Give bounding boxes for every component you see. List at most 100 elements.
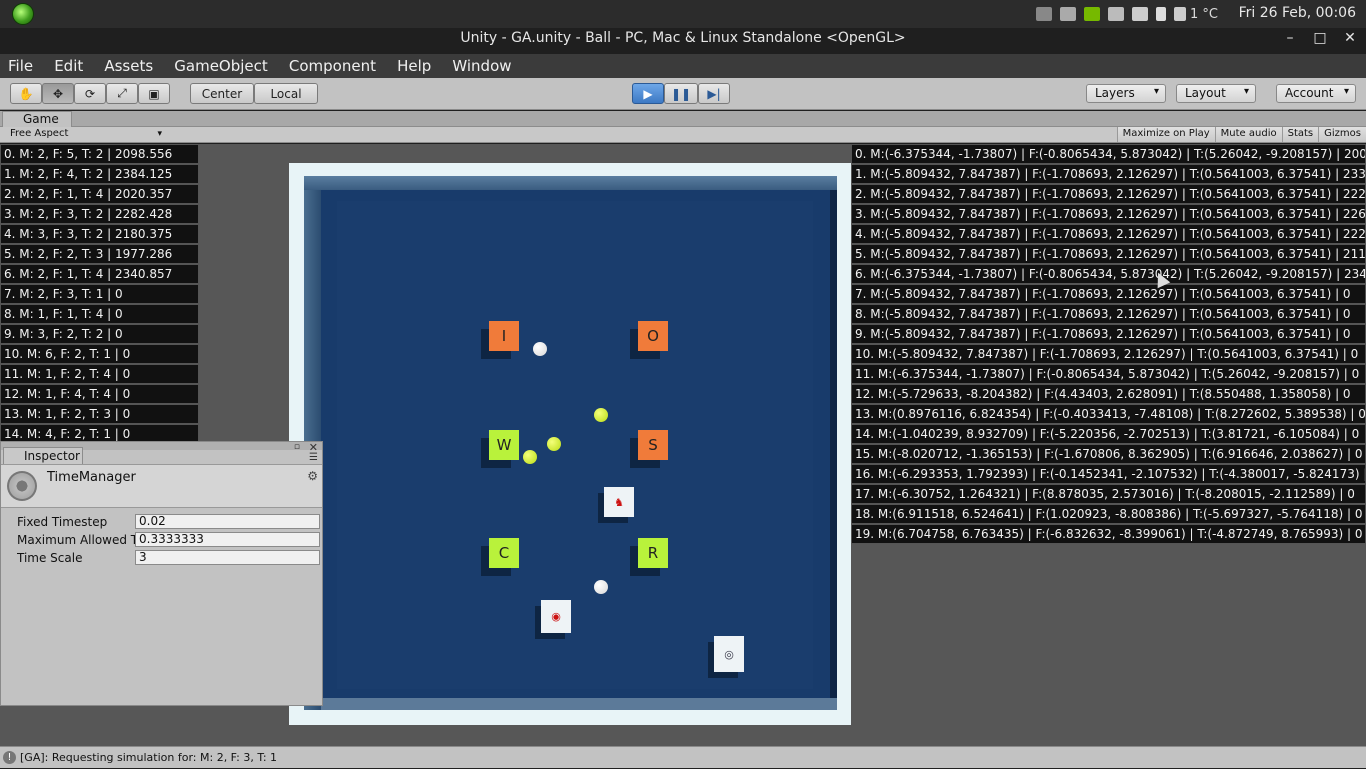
pause-button[interactable]: ❚❚ [664,83,698,104]
layout-dropdown[interactable]: Layout [1176,84,1256,103]
list-item: 5. M: 2, F: 2, T: 3 | 1977.286 [0,244,199,264]
pivot-local-button[interactable]: Local [254,83,318,104]
list-item: 9. M: 3, F: 2, T: 2 | 0 [0,324,199,344]
menu-edit[interactable]: Edit [46,54,91,78]
toolbar: ✋ ✥ ⟳ ⤢ ▣ Center Local ▶ ❚❚ ▶| Layers La… [0,78,1366,110]
menu-help[interactable]: Help [389,54,439,78]
left-results-list: 0. M: 2, F: 5, T: 2 | 2098.556 1. M: 2, … [0,144,199,444]
local-label: Local [270,86,302,101]
menu-file[interactable]: File [0,54,41,78]
list-item: 7. M: 2, F: 3, T: 1 | 0 [0,284,199,304]
window-controls: – □ ✕ [1282,30,1358,46]
right-results-list: 0. M:(-6.375344, -1.73807) | F:(-0.80654… [851,144,1366,544]
arena-floor-inner [337,201,813,689]
battery-icon[interactable] [1156,7,1166,21]
tab-game[interactable]: Game [2,111,72,127]
maximize-on-play-button[interactable]: Maximize on Play [1116,127,1215,142]
rect-tool-icon[interactable]: ▣ [138,83,170,104]
fixed-timestep-label: Fixed Timestep [17,515,108,529]
fixed-timestep-field[interactable]: 0.02 [135,514,320,529]
list-item: 13. M:(0.8976116, 6.824354) | F:(-0.4033… [851,404,1366,424]
list-item: 15. M:(-8.020712, -1.365153) | F:(-1.670… [851,444,1366,464]
account-dropdown[interactable]: Account [1276,84,1356,103]
list-item: 4. M: 3, F: 3, T: 2 | 2180.375 [0,224,199,244]
list-item: 9. M:(-5.809432, 7.847387) | F:(-1.70869… [851,324,1366,344]
game-tab-label: Game [23,112,59,126]
list-item: 10. M: 6, F: 2, T: 1 | 0 [0,344,199,364]
list-item: 14. M:(-1.040239, 8.932709) | F:(-5.2203… [851,424,1366,444]
stats-button[interactable]: Stats [1281,127,1319,142]
inspector-pin-icon[interactable]: ▫ [294,442,300,452]
cube-i: I [489,321,519,351]
list-item: 17. M:(-6.30752, 1.264321) | F:(8.878035… [851,484,1366,504]
menu-gameobject[interactable]: GameObject [166,54,276,78]
list-item: 1. M:(-5.809432, 7.847387) | F:(-1.70869… [851,164,1366,184]
maximize-button[interactable]: □ [1312,30,1328,46]
play-icon: ▶ [643,86,653,101]
timemanager-gear-icon [7,471,37,501]
step-button[interactable]: ▶| [698,83,730,104]
list-item: 13. M: 1, F: 2, T: 3 | 0 [0,404,199,424]
maximum-allowed-timestep-field[interactable]: 0.3333333 [135,532,320,547]
close-button[interactable]: ✕ [1342,30,1358,46]
mute-audio-button[interactable]: Mute audio [1214,127,1282,142]
list-item: 2. M: 2, F: 1, T: 4 | 2020.357 [0,184,199,204]
ball-yellow-1 [594,408,608,422]
rotate-tool-icon[interactable]: ⟳ [74,83,106,104]
cube-s: S [638,430,668,460]
play-button[interactable]: ▶ [632,83,664,104]
list-item: 3. M:(-5.809432, 7.847387) | F:(-1.70869… [851,204,1366,224]
ball-yellow-2 [547,437,561,451]
nvidia-icon[interactable] [1084,7,1100,21]
system-top-bar: 1 °C Fri 26 Feb, 00:06 [0,0,1366,28]
menu-assets[interactable]: Assets [96,54,161,78]
center-label: Center [201,86,243,101]
pivot-center-button[interactable]: Center [190,83,254,104]
menu-window[interactable]: Window [444,54,519,78]
game-toolbar: Free Aspect Maximize on Play Mute audio … [0,127,1366,143]
weather-icon[interactable] [1174,7,1186,21]
tab-inspector[interactable]: Inspector [3,447,83,464]
layers-dropdown[interactable]: Layers [1086,84,1166,103]
volume-mute-icon[interactable] [1108,7,1124,21]
gizmos-button[interactable]: Gizmos [1318,127,1366,142]
time-scale-field[interactable]: 3 [135,550,320,565]
list-item: 0. M: 2, F: 5, T: 2 | 2098.556 [0,144,199,164]
window-title: Unity - GA.unity - Ball - PC, Mac & Linu… [460,30,906,46]
scania-cube-icon: ◉ [541,600,571,633]
cube-c: C [489,538,519,568]
lock-icon[interactable] [1036,7,1052,21]
cube-w: W [489,430,519,460]
list-item: 0. M:(-6.375344, -1.73807) | F:(-0.80654… [851,144,1366,164]
ball-yellow-3 [523,450,537,464]
list-item: 3. M: 2, F: 3, T: 2 | 2282.428 [0,204,199,224]
status-bar[interactable]: ! [GA]: Requesting simulation for: M: 2,… [0,746,1366,768]
hand-tool-icon[interactable]: ✋ [10,83,42,104]
cube-o: O [638,321,668,351]
ubuntu-logo-icon[interactable] [12,3,34,25]
move-tool-icon[interactable]: ✥ [42,83,74,104]
time-scale-label: Time Scale [17,551,83,565]
menu-component[interactable]: Component [281,54,384,78]
arena-wall-bottom [321,698,837,710]
mini-cube-icon: ◎ [714,636,744,672]
inspector-menu-icon[interactable]: ☰ [309,452,318,463]
list-item: 11. M:(-6.375344, -1.73807) | F:(-0.8065… [851,364,1366,384]
clock[interactable]: Fri 26 Feb, 00:06 [1239,5,1356,21]
list-item: 8. M: 1, F: 1, T: 4 | 0 [0,304,199,324]
maximum-allowed-timestep-label: Maximum Allowed Timestep [17,533,135,547]
step-icon: ▶| [707,86,721,101]
list-item: 6. M:(-6.375344, -1.73807) | F:(-0.80654… [851,264,1366,284]
temperature[interactable]: 1 °C [1190,7,1218,22]
minimize-button[interactable]: – [1282,30,1298,46]
settings-gear-icon[interactable]: ⚙ [307,469,318,483]
wifi-icon[interactable] [1132,7,1148,21]
list-item: 12. M: 1, F: 4, T: 4 | 0 [0,384,199,404]
list-item: 8. M:(-5.809432, 7.847387) | F:(-1.70869… [851,304,1366,324]
status-message: [GA]: Requesting simulation for: M: 2, F… [20,751,278,764]
scale-tool-icon[interactable]: ⤢ [106,83,138,104]
list-item: 6. M: 2, F: 1, T: 4 | 2340.857 [0,264,199,284]
dropbox-icon[interactable] [1060,7,1076,21]
list-item: 2. M:(-5.809432, 7.847387) | F:(-1.70869… [851,184,1366,204]
aspect-dropdown[interactable]: Free Aspect [4,127,164,142]
